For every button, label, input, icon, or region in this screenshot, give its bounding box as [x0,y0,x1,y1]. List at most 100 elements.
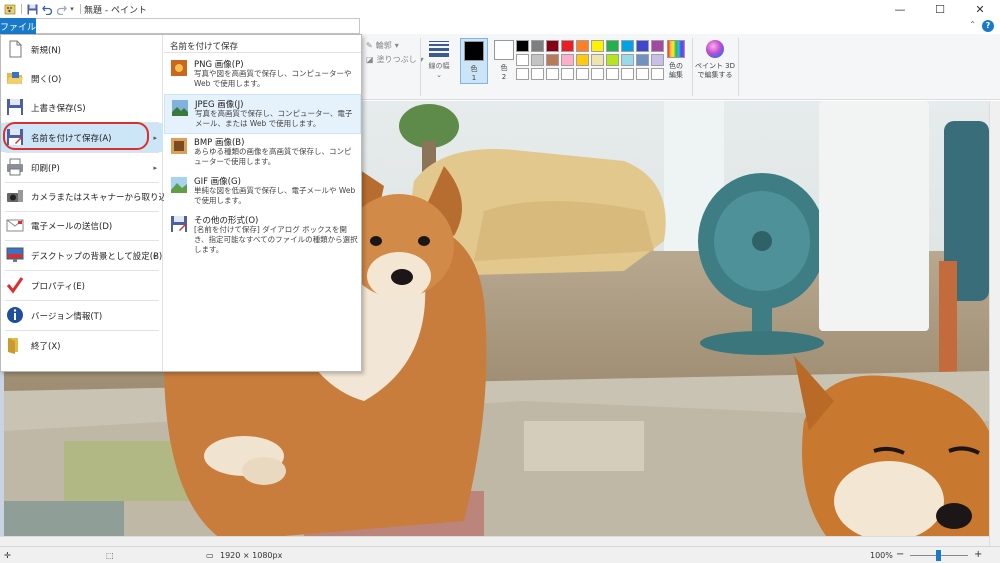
palette-swatch[interactable] [576,68,589,80]
submenu-arrow-icon: ▸ [153,251,157,260]
zoom-in-button[interactable]: + [974,549,982,560]
vertical-scrollbar[interactable] [989,101,1000,546]
color-palette [516,40,664,80]
menu-item-send-email[interactable]: 電子メールの送信(D) [1,211,163,240]
menu-item-open[interactable]: 開く(O) [1,64,163,93]
format-description: あらゆる種類の画像を高画質で保存し、コンピューターで使用します。 [194,147,352,166]
menu-item-label: 終了(X) [31,341,61,352]
submenu-arrow-icon: ▸ [153,133,157,142]
outline-icon: ✎ [366,41,373,50]
file-menu: 新規(N) 開く(O) 上書き保存(S) 名前を付けて保存(A) ▸ 印刷(P)… [0,34,362,372]
printer-icon [7,158,23,176]
palette-swatch[interactable] [576,54,589,66]
fill-icon: ◪ [366,55,374,64]
menu-item-label: 印刷(P) [31,163,60,174]
palette-swatch[interactable] [606,40,619,52]
redo-icon[interactable] [55,2,67,16]
save-as-gif[interactable]: GIF 画像(G) 単純な図を低画質で保存し、電子メールや Web で使用します… [164,172,361,212]
title-divider [79,2,82,16]
palette-swatch[interactable] [531,40,544,52]
color-2-button[interactable]: 色 2 [490,38,518,84]
menu-item-new[interactable]: 新規(N) [1,35,163,64]
new-file-icon [9,40,22,58]
menu-item-set-desktop[interactable]: デスクトップの背景として設定(B) ▸ [1,241,163,270]
collapse-ribbon-icon[interactable]: ⌃ [969,20,976,29]
edit-colors-button[interactable]: 色の 編集 [662,38,690,80]
palette-swatch[interactable] [606,68,619,80]
palette-swatch[interactable] [591,68,604,80]
menu-item-print[interactable]: 印刷(P) ▸ [1,153,163,182]
save-icon [7,99,23,115]
palette-swatch[interactable] [561,68,574,80]
palette-swatch[interactable] [546,68,559,80]
minimize-button[interactable]: — [880,0,920,18]
help-icon[interactable]: ? [982,20,994,32]
horizontal-scrollbar[interactable] [0,536,989,546]
fill-label: 塗りつぶし [376,55,417,64]
zoom-level: 100% [870,551,893,560]
other-formats-icon [171,216,187,232]
edit-colors-label: 色の 編集 [669,62,683,79]
cursor-position-icon: ✛ [4,551,11,560]
palette-swatch[interactable] [621,68,634,80]
zoom-slider-thumb[interactable] [936,550,941,561]
fill-button[interactable]: ◪ 塗りつぶし ▾ [366,54,424,65]
chevron-down-icon: ▾ [394,41,399,50]
color-1-label: 色 1 [470,65,478,82]
palette-swatch[interactable] [546,40,559,52]
palette-swatch[interactable] [591,40,604,52]
palette-swatch[interactable] [516,68,529,80]
palette-swatch[interactable] [636,68,649,80]
open-folder-icon [7,72,23,84]
palette-swatch[interactable] [531,54,544,66]
line-size-button[interactable]: 線の幅 ⌄ [424,38,454,96]
color-2-label: 色 2 [500,64,508,81]
customize-quick-access-button[interactable]: ▾ [68,2,76,16]
save-as-highlight-annotation [3,122,149,150]
menu-item-exit[interactable]: 終了(X) [1,331,163,360]
chevron-down-icon: ⌄ [436,71,442,79]
palette-swatch[interactable] [636,54,649,66]
menu-item-label: 電子メールの送信(D) [31,221,113,232]
exit-icon [8,338,18,354]
format-description: 写真を高画質で保存し、コンピューター、電子メール、または Web で使用します。 [195,109,353,128]
menu-item-properties[interactable]: プロパティ(E) [1,271,163,300]
palette-swatch[interactable] [546,54,559,66]
paint-app-icon [4,2,16,16]
file-menu-commands: 新規(N) 開く(O) 上書き保存(S) 名前を付けて保存(A) ▸ 印刷(P)… [1,35,189,371]
palette-swatch[interactable] [621,54,634,66]
palette-swatch[interactable] [576,40,589,52]
zoom-out-button[interactable]: − [896,549,904,560]
outline-label: 輪郭 [375,41,392,50]
save-as-png[interactable]: PNG 画像(P) 写真や図を高画質で保存し、コンピューターや Web で使用し… [164,55,361,95]
info-icon [7,307,23,323]
palette-swatch[interactable] [516,40,529,52]
save-icon[interactable] [26,2,38,16]
ribbon-divider [692,38,693,96]
undo-icon[interactable] [41,2,53,16]
color-2-swatch [494,40,514,60]
menu-item-save[interactable]: 上書き保存(S) [1,93,163,122]
outline-button[interactable]: ✎ 輪郭 ▾ [366,40,399,51]
save-as-jpeg[interactable]: JPEG 画像(J) 写真を高画質で保存し、コンピューター、電子メール、または … [164,94,361,134]
close-button[interactable]: ✕ [960,0,1000,18]
palette-swatch[interactable] [561,40,574,52]
palette-swatch[interactable] [531,68,544,80]
palette-swatch[interactable] [636,40,649,52]
tab-file[interactable]: ファイル [0,18,36,34]
line-size-label: 線の幅 [428,62,450,70]
palette-swatch[interactable] [591,54,604,66]
menu-item-scanner[interactable]: カメラまたはスキャナーから取り込み(M) [1,182,189,211]
quick-access-divider [20,2,23,16]
palette-swatch[interactable] [606,54,619,66]
edit-with-paint3d-button[interactable]: ペイント 3D で編集する [694,38,736,80]
maximize-button[interactable]: ☐ [920,0,960,18]
menu-item-label: デスクトップの背景として設定(B) [31,251,163,262]
palette-swatch[interactable] [516,54,529,66]
palette-swatch[interactable] [561,54,574,66]
palette-swatch[interactable] [621,40,634,52]
save-as-bmp[interactable]: BMP 画像(B) あらゆる種類の画像を高画質で保存し、コンピューターで使用しま… [164,133,361,173]
save-as-other-formats[interactable]: その他の形式(O) [名前を付けて保存] ダイアログ ボックスを開き、指定可能な… [164,211,361,254]
color-1-button[interactable]: 色 1 [460,38,488,84]
menu-item-about[interactable]: バージョン情報(T) [1,301,163,330]
